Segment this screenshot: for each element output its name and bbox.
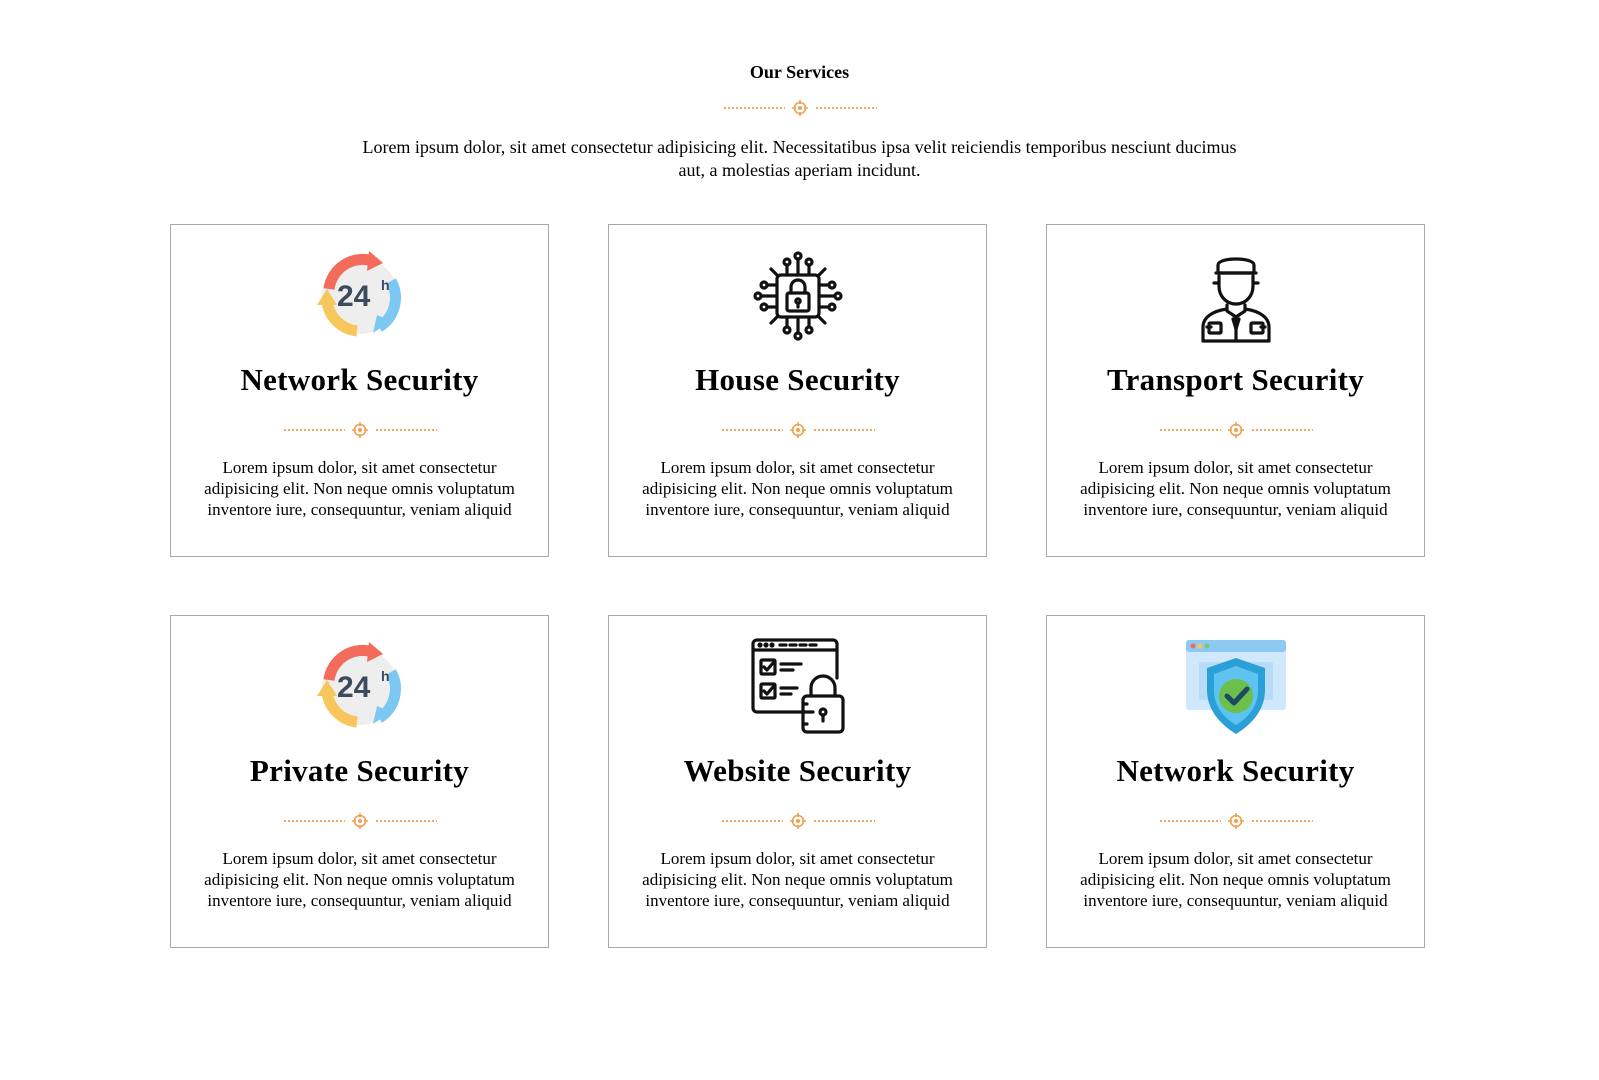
24h-clock-icon: 24 h [309,245,411,347]
service-title: Network Security [240,362,479,397]
service-card: 24 h Private Security Lorem ipsum dolor,… [170,615,549,948]
crosshair-icon [351,422,368,438]
divider-dots-left [720,820,783,822]
divider-dots-left [1158,429,1221,431]
svg-text:24: 24 [337,671,371,704]
crosshair-icon [789,422,806,438]
section-title: Our Services [749,62,850,82]
svg-text:24: 24 [337,280,371,313]
crosshair-icon [351,813,368,829]
crosshair-icon [1227,813,1244,829]
card-divider [171,421,548,439]
service-description: Lorem ipsum dolor, sit amet consectetur … [1080,849,1391,910]
crosshair-icon [791,100,808,116]
service-title: Transport Security [1106,362,1365,397]
divider-dots-left [722,107,785,109]
service-description: Lorem ipsum dolor, sit amet consectetur … [204,458,515,519]
divider-dots-right [1250,429,1313,431]
service-card: Transport Security Lorem ipsum dolor, si… [1046,224,1425,557]
service-description: Lorem ipsum dolor, sit amet consectetur … [642,849,953,910]
service-card: House Security Lorem ipsum dolor, sit am… [608,224,987,557]
card-divider [171,812,548,830]
card-divider [1047,812,1424,830]
24h-clock-icon: 24 h [309,636,411,738]
website-lock-checklist-icon [747,636,849,738]
crosshair-icon [789,813,806,829]
card-divider [609,421,986,439]
divider-dots-right [812,429,875,431]
section-divider [0,99,1599,117]
section-description: Lorem ipsum dolor, sit amet consectetur … [362,137,1237,180]
card-divider [1047,421,1424,439]
divider-dots-right [812,820,875,822]
service-title: House Security [695,362,900,397]
divider-dots-left [282,820,345,822]
crosshair-icon [1227,422,1244,438]
browser-shield-check-icon [1185,636,1287,738]
service-title: Private Security [249,753,470,788]
divider-dots-left [1158,820,1221,822]
divider-dots-left [720,429,783,431]
service-description: Lorem ipsum dolor, sit amet consectetur … [1080,458,1391,519]
divider-dots-right [374,820,437,822]
service-card: 24 h Network Security Lorem ipsum dolor,… [170,224,549,557]
service-title: Network Security [1116,753,1355,788]
cyber-lock-chip-icon [747,245,849,347]
divider-dots-right [374,429,437,431]
security-guard-icon [1185,245,1287,347]
divider-dots-left [282,429,345,431]
svg-text:h: h [381,668,390,684]
service-card: Network Security Lorem ipsum dolor, sit … [1046,615,1425,948]
svg-text:h: h [381,277,390,293]
divider-dots-right [1250,820,1313,822]
service-title: Website Security [683,753,912,788]
service-description: Lorem ipsum dolor, sit amet consectetur … [204,849,515,910]
service-description: Lorem ipsum dolor, sit amet consectetur … [642,458,953,519]
service-card: Website Security Lorem ipsum dolor, sit … [608,615,987,948]
card-divider [609,812,986,830]
divider-dots-right [814,107,877,109]
